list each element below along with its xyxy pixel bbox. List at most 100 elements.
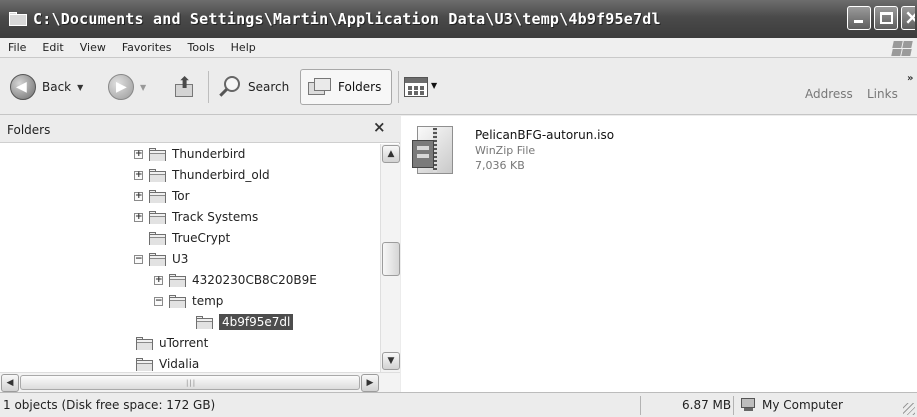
- title-bar[interactable]: C:\Documents and Settings\Martin\Applica…: [0, 0, 917, 38]
- winzip-icon: [409, 124, 459, 178]
- tree-item-label: temp: [192, 294, 224, 308]
- folder-icon: [149, 210, 166, 224]
- folder-tree: + Thunderbird + Thunderbird_old + Tor + …: [0, 144, 380, 372]
- scroll-up-icon[interactable]: ▲: [382, 145, 400, 163]
- close-button[interactable]: ×: [901, 6, 915, 30]
- folders-pane: Folders × + Thunderbird + Thunderbird_ol…: [0, 116, 400, 392]
- minimize-icon: [854, 20, 863, 23]
- tree-item-u3[interactable]: − U3: [134, 249, 188, 269]
- views-dropdown-icon[interactable]: ▼: [431, 81, 437, 90]
- folder-icon: [149, 231, 166, 245]
- forward-button[interactable]: ▶ ▼: [108, 71, 146, 103]
- windows-logo-icon: [885, 39, 913, 57]
- folder-icon: [136, 357, 153, 371]
- file-name: PelicanBFG-autorun.iso: [475, 128, 615, 142]
- tree-item-temp[interactable]: − temp: [154, 291, 223, 311]
- back-dropdown-icon[interactable]: ▼: [77, 83, 83, 92]
- close-icon: ×: [904, 7, 915, 29]
- expand-icon[interactable]: +: [154, 275, 163, 285]
- folder-icon: [9, 12, 27, 26]
- tree-item-thunderbird[interactable]: + Thunderbird: [134, 144, 245, 164]
- expand-icon[interactable]: +: [134, 170, 143, 180]
- vertical-scroll-thumb[interactable]: [382, 242, 400, 276]
- scroll-right-icon[interactable]: ▶: [361, 374, 379, 392]
- folder-tree-vertical-scrollbar[interactable]: ▲ ▼: [380, 144, 400, 372]
- scroll-down-icon[interactable]: ▼: [382, 352, 400, 370]
- folders-label: Folders: [338, 80, 382, 94]
- tree-item-label: Thunderbird_old: [172, 168, 270, 182]
- scroll-left-icon[interactable]: ◀: [1, 374, 19, 392]
- file-type: WinZip File: [475, 144, 536, 157]
- tree-item-label: Track Systems: [172, 210, 259, 224]
- horizontal-scroll-thumb[interactable]: |||: [20, 375, 360, 390]
- tree-item-label: uTorrent: [159, 336, 209, 350]
- status-divider: [640, 396, 641, 415]
- folder-icon: [169, 294, 186, 308]
- folder-icon: [149, 168, 166, 182]
- menu-edit[interactable]: Edit: [42, 41, 63, 54]
- expand-icon[interactable]: +: [134, 191, 143, 201]
- menu-tools[interactable]: Tools: [188, 41, 215, 54]
- expand-icon[interactable]: +: [134, 149, 143, 159]
- open-folder-icon: [196, 315, 213, 329]
- collapse-icon[interactable]: −: [154, 296, 163, 306]
- folder-up-icon: ⬆: [172, 73, 198, 100]
- tree-item-label: TrueCrypt: [172, 231, 231, 245]
- status-bar: 1 objects (Disk free space: 172 GB) 6.87…: [0, 392, 917, 417]
- folders-button[interactable]: Folders: [300, 69, 392, 105]
- explorer-window: C:\Documents and Settings\Martin\Applica…: [0, 0, 917, 417]
- file-item[interactable]: PelicanBFG-autorun.iso WinZip File 7,036…: [409, 124, 614, 178]
- expand-icon[interactable]: +: [134, 212, 143, 222]
- links-label[interactable]: Links: [867, 87, 898, 101]
- folders-pane-close-button[interactable]: ×: [373, 118, 386, 136]
- folders-pane-title: Folders: [7, 123, 51, 137]
- tree-item-thunderbird-old[interactable]: + Thunderbird_old: [134, 165, 270, 185]
- toolbar: ◀ Back ▼ ▶ ▼ ⬆ Search Folders ▼ Address …: [0, 59, 917, 115]
- menu-help[interactable]: Help: [231, 41, 256, 54]
- tree-item-label: 4320230CB8C20B9E: [192, 273, 317, 287]
- toolbar-overflow-icon[interactable]: »: [907, 73, 913, 84]
- menu-favorites[interactable]: Favorites: [122, 41, 172, 54]
- folder-icon: [149, 252, 166, 266]
- menu-bar: File Edit View Favorites Tools Help: [0, 38, 917, 58]
- tree-item-utorrent[interactable]: uTorrent: [136, 333, 208, 353]
- folder-icon: [149, 189, 166, 203]
- folder-icon: [149, 147, 166, 161]
- collapse-icon[interactable]: −: [134, 254, 143, 264]
- toolbar-divider: [208, 71, 209, 103]
- back-button[interactable]: ◀ Back ▼: [10, 71, 83, 103]
- file-list-pane: PelicanBFG-autorun.iso WinZip File 7,036…: [401, 116, 917, 392]
- forward-dropdown-icon[interactable]: ▼: [140, 83, 146, 92]
- search-label: Search: [248, 80, 290, 94]
- file-size: 7,036 KB: [475, 159, 525, 172]
- search-icon: [218, 75, 242, 99]
- my-computer-icon: [741, 398, 757, 412]
- tree-item-label: Thunderbird: [172, 147, 246, 161]
- tree-item-4b9f95e7dl[interactable]: 4b9f95e7dl: [196, 312, 294, 332]
- tree-item-4320230cb8c20b9e[interactable]: + 4320230CB8C20B9E: [154, 270, 317, 290]
- tree-item-truecrypt[interactable]: TrueCrypt: [149, 228, 230, 248]
- toolbar-divider: [398, 71, 399, 103]
- back-arrow-icon: ◀: [10, 74, 36, 100]
- tree-item-label: Vidalia: [159, 357, 200, 371]
- tree-item-tor[interactable]: + Tor: [134, 186, 190, 206]
- address-label[interactable]: Address: [805, 87, 853, 101]
- up-button[interactable]: ⬆: [172, 71, 198, 103]
- resize-grip[interactable]: [903, 403, 915, 415]
- views-icon[interactable]: [404, 77, 428, 97]
- menu-file[interactable]: File: [8, 41, 26, 54]
- maximize-icon: [880, 12, 893, 24]
- status-objects: 1 objects (Disk free space: 172 GB): [3, 398, 216, 412]
- window-title: C:\Documents and Settings\Martin\Applica…: [33, 10, 661, 28]
- tree-item-track-systems[interactable]: + Track Systems: [134, 207, 258, 227]
- folder-tree-horizontal-scrollbar[interactable]: ◀ ||| ▶: [0, 372, 400, 392]
- back-label: Back: [42, 80, 72, 94]
- folders-icon: [308, 76, 332, 98]
- menu-view[interactable]: View: [80, 41, 106, 54]
- status-divider: [733, 396, 734, 415]
- maximize-button[interactable]: [874, 6, 898, 30]
- minimize-button[interactable]: [847, 6, 871, 30]
- tree-item-vidalia[interactable]: Vidalia: [136, 354, 199, 372]
- status-location: My Computer: [762, 398, 843, 412]
- search-button[interactable]: Search: [218, 71, 289, 103]
